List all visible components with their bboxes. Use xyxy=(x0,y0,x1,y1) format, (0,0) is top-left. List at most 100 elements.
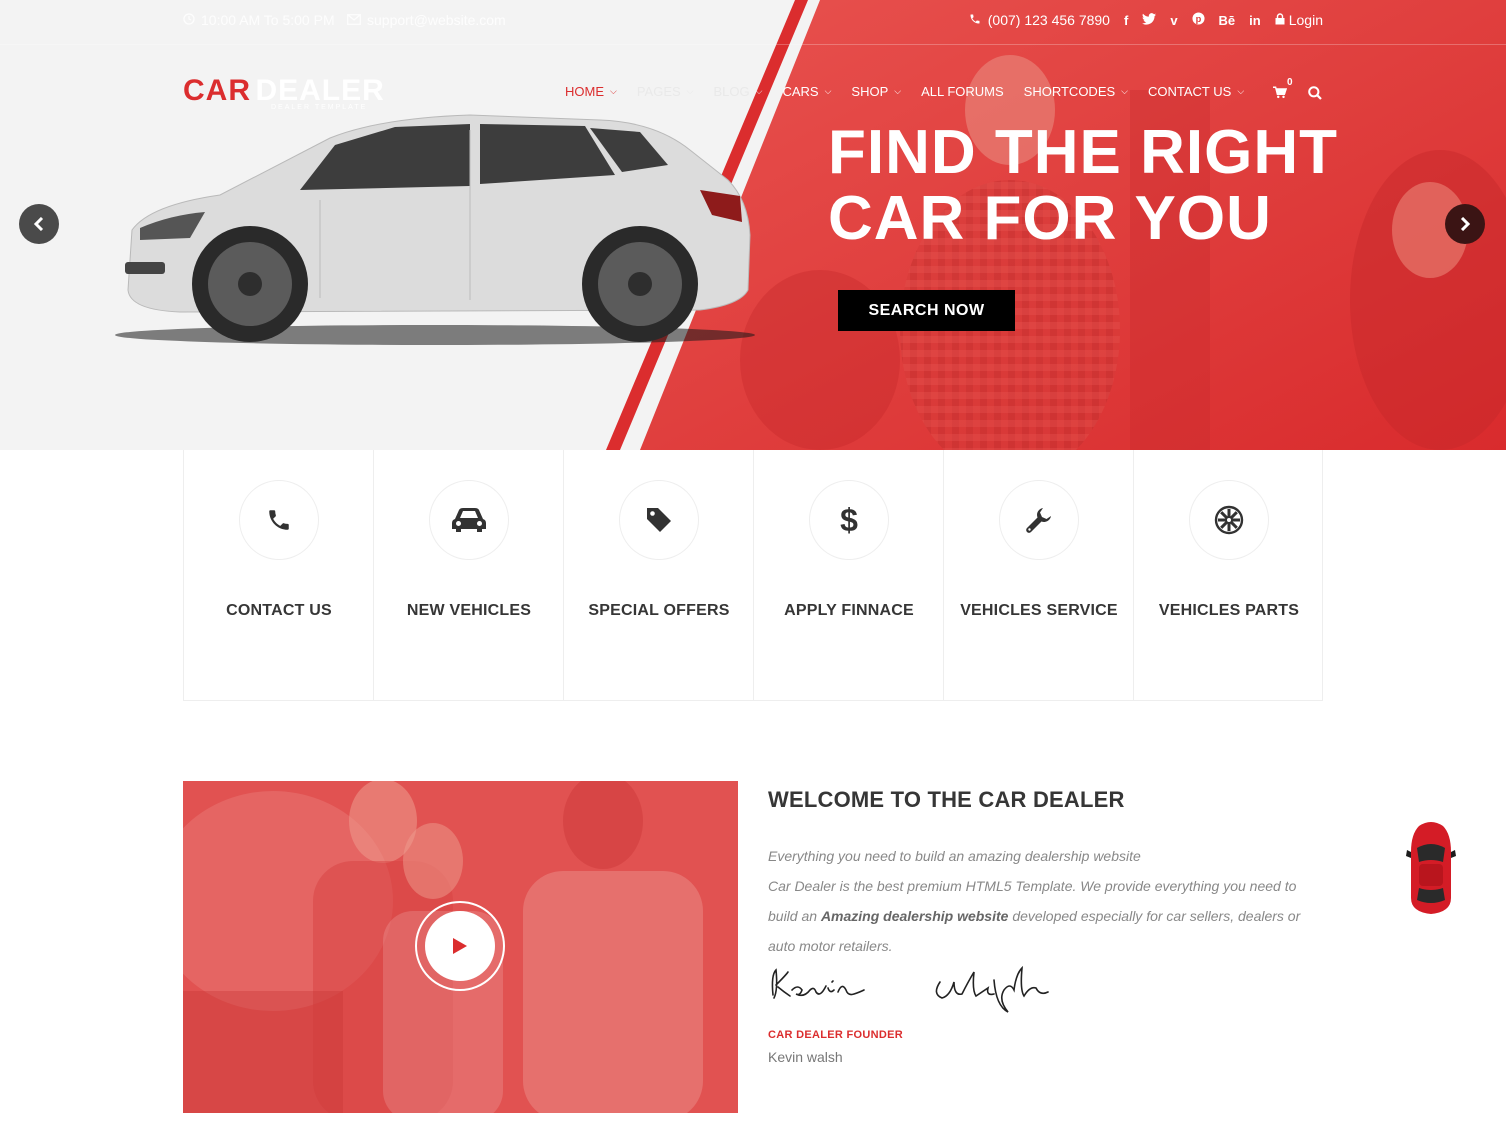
email-text[interactable]: support@website.com xyxy=(367,12,506,28)
logo[interactable]: CAR DEALER DEALER TEMPLATE xyxy=(183,74,385,114)
feature-boxes: CONTACT US NEW VEHICLES SPECIAL OFFERS $… xyxy=(183,450,1323,701)
envelope-icon xyxy=(347,12,361,28)
feature-special-offers[interactable]: SPECIAL OFFERS xyxy=(563,450,753,701)
founder-signature xyxy=(768,960,1068,1025)
search-icon[interactable] xyxy=(1308,86,1322,105)
feature-vehicles-parts[interactable]: VEHICLES PARTS xyxy=(1133,450,1323,701)
feature-contact-us[interactable]: CONTACT US xyxy=(183,450,373,701)
wrench-icon xyxy=(1026,508,1051,533)
chevron-down-icon: ⌵ xyxy=(1237,86,1245,96)
feature-label: APPLY FINNACE xyxy=(784,602,914,619)
welcome-video[interactable] xyxy=(183,781,738,1113)
nav-label: CONTACT US xyxy=(1148,84,1232,99)
feature-vehicles-service[interactable]: VEHICLES SERVICE xyxy=(943,450,1133,701)
nav-item-home[interactable]: HOME ⌵ xyxy=(565,84,617,99)
welcome-intro: Everything you need to build an amazing … xyxy=(768,848,1141,864)
nav-label: ALL FORUMS xyxy=(921,84,1004,99)
chevron-down-icon: ⌵ xyxy=(686,86,694,96)
chevron-down-icon: ⌵ xyxy=(894,86,902,96)
facebook-icon[interactable]: f xyxy=(1124,13,1128,28)
feature-label: VEHICLES PARTS xyxy=(1158,602,1300,619)
login-link[interactable]: Login xyxy=(1275,12,1323,28)
play-button-inner xyxy=(425,911,495,981)
nav-item-pages[interactable]: PAGES ⌵ xyxy=(637,84,694,99)
feature-icon-circle: $ xyxy=(809,480,889,560)
hero-title-line1: FIND THE RIGHT xyxy=(828,118,1338,187)
business-hours: 10:00 AM To 5:00 PM xyxy=(183,12,335,28)
feature-icon-circle xyxy=(619,480,699,560)
logo-dealer: DEALER xyxy=(255,74,385,107)
cart-count-badge: 0 xyxy=(1287,77,1293,88)
twitter-icon[interactable] xyxy=(1142,12,1157,28)
feature-apply-finance[interactable]: $ APPLY FINNACE xyxy=(753,450,943,701)
slider-next-button[interactable] xyxy=(1445,204,1485,244)
chevron-down-icon: ⌵ xyxy=(755,86,763,96)
feature-new-vehicles[interactable]: NEW VEHICLES xyxy=(373,450,563,701)
hours-text: 10:00 AM To 5:00 PM xyxy=(201,12,335,28)
hero-title-line2: CAR FOR YOU xyxy=(828,184,1272,253)
feature-label: CONTACT US xyxy=(226,602,332,619)
nav-item-all-forums[interactable]: ALL FORUMS xyxy=(921,84,1004,99)
nav-label: BLOG xyxy=(713,84,750,99)
feature-label: VEHICLES SERVICE xyxy=(960,602,1118,619)
login-text: Login xyxy=(1288,12,1323,28)
welcome-body-bold: Amazing dealership website xyxy=(820,908,1009,924)
main-nav: HOME ⌵ PAGES ⌵ BLOG ⌵ CARS ⌵ SHOP ⌵ ALL FORUM… xyxy=(565,84,1264,99)
feature-icon-circle xyxy=(239,480,319,560)
hero-title: FIND THE RIGHT CAR FOR YOU xyxy=(828,120,1338,252)
nav-item-blog[interactable]: BLOG ⌵ xyxy=(714,84,763,99)
chevron-down-icon: ⌵ xyxy=(610,86,617,96)
slider-prev-button[interactable] xyxy=(19,204,59,244)
phone-icon xyxy=(269,510,289,530)
car-icon xyxy=(452,508,486,532)
search-now-button[interactable]: SEARCH NOW xyxy=(838,290,1015,331)
nav-label: SHORTCODES xyxy=(1023,84,1116,99)
nav-item-contact-us[interactable]: CONTACT US ⌵ xyxy=(1148,84,1244,99)
feature-label: SPECIAL OFFERS xyxy=(588,602,730,619)
cart-button[interactable]: 0 xyxy=(1273,77,1293,102)
linkedin-icon[interactable]: in xyxy=(1249,13,1261,28)
phone-text: (007) 123 456 7890 xyxy=(987,12,1110,28)
lock-icon xyxy=(1275,12,1285,28)
feature-icon-circle xyxy=(1189,480,1269,560)
nav-label: HOME xyxy=(565,84,604,99)
play-button[interactable] xyxy=(415,901,505,991)
topbar-divider xyxy=(0,44,1506,45)
founder-name: Kevin walsh xyxy=(768,1049,843,1065)
gear-icon xyxy=(1214,505,1244,535)
nav-item-cars[interactable]: CARS ⌵ xyxy=(782,84,831,99)
phone-contact[interactable]: (007) 123 456 7890 xyxy=(969,12,1110,28)
welcome-text: Everything you need to build an amazing … xyxy=(768,841,1328,961)
welcome-title: WELCOME TO THE CAR DEALER xyxy=(768,787,1125,812)
back-to-top-car[interactable] xyxy=(1405,818,1457,921)
chevron-left-icon xyxy=(33,217,44,231)
nav-label: CARS xyxy=(782,84,819,99)
founder-role: CAR DEALER FOUNDER xyxy=(768,1029,903,1041)
logo-tagline: DEALER TEMPLATE xyxy=(271,104,368,111)
nav-item-shop[interactable]: SHOP ⌵ xyxy=(851,84,901,99)
pinterest-icon[interactable]: p xyxy=(1192,12,1205,28)
feature-icon-circle xyxy=(429,480,509,560)
hero-slider: 10:00 AM To 5:00 PM support@website.com … xyxy=(0,0,1506,450)
nav-label: SHOP xyxy=(851,84,889,99)
welcome-body: Car Dealer is the best premium HTML5 Tem… xyxy=(768,871,1328,961)
topbar-right: (007) 123 456 7890 f v p Bē in Login xyxy=(969,12,1323,28)
dollar-icon: $ xyxy=(840,504,858,536)
nav-item-shortcodes[interactable]: SHORTCODES ⌵ xyxy=(1024,84,1128,99)
vimeo-icon[interactable]: v xyxy=(1170,13,1177,28)
phone-icon xyxy=(969,12,981,28)
support-email[interactable]: support@website.com xyxy=(347,12,506,28)
play-icon xyxy=(453,938,467,954)
chevron-right-icon xyxy=(1460,217,1471,231)
svg-text:$: $ xyxy=(840,504,858,536)
clock-icon xyxy=(183,12,195,28)
feature-icon-circle xyxy=(999,480,1079,560)
nav-label: PAGES xyxy=(636,84,681,99)
cart-icon xyxy=(1273,86,1288,102)
topbar: 10:00 AM To 5:00 PM support@website.com … xyxy=(0,0,1506,44)
logo-car: CAR xyxy=(183,74,251,107)
svg-text:p: p xyxy=(1195,14,1201,24)
tag-icon xyxy=(647,508,671,532)
behance-icon[interactable]: Bē xyxy=(1219,13,1236,28)
feature-label: NEW VEHICLES xyxy=(406,602,532,619)
